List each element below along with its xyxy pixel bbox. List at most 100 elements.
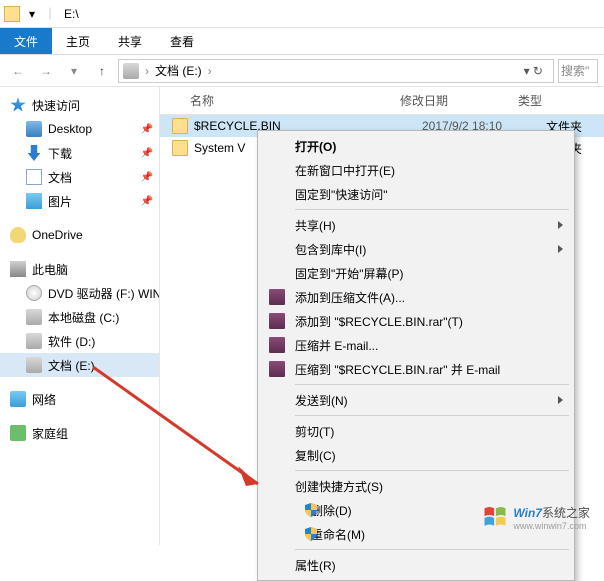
pin-icon: 📌	[141, 196, 153, 207]
menu-separator	[295, 415, 569, 416]
sidebar-label: 文档	[48, 169, 72, 186]
chevron-right-icon[interactable]: ›	[206, 64, 214, 78]
menu-zip-email-named[interactable]: 压缩到 "$RECYCLE.BIN.rar" 并 E-mail	[261, 357, 571, 381]
chevron-right-icon	[558, 221, 563, 229]
document-icon	[26, 169, 42, 185]
pin-icon: 📌	[141, 148, 153, 159]
sidebar-item-drive-d[interactable]: 软件 (D:)	[0, 329, 159, 353]
menu-open-new-window[interactable]: 在新窗口中打开(E)	[261, 158, 571, 182]
tab-share[interactable]: 共享	[104, 28, 156, 54]
shield-icon	[303, 502, 319, 518]
sidebar-item-dvd[interactable]: DVD 驱动器 (F:) WIN	[0, 281, 159, 305]
watermark-brand: Win7	[513, 506, 542, 520]
sidebar-item-downloads[interactable]: 下载📌	[0, 141, 159, 165]
menu-properties[interactable]: 属性(R)	[261, 553, 571, 577]
nav-back-button[interactable]: ←	[6, 59, 30, 83]
menu-create-shortcut[interactable]: 创建快捷方式(S)	[261, 474, 571, 498]
drive-icon	[26, 309, 42, 325]
col-name[interactable]: 名称	[190, 92, 400, 109]
watermark-url: www.winwin7.com	[513, 521, 590, 531]
sidebar-label: 快速访问	[32, 97, 80, 114]
breadcrumb[interactable]: › 文档 (E:) › ▾ ↻	[118, 59, 554, 83]
sidebar-label: Desktop	[48, 122, 92, 136]
window-title: E:\	[60, 7, 79, 21]
menu-pin-quick-access[interactable]: 固定到"快速访问"	[261, 182, 571, 206]
menu-label: 压缩到 "$RECYCLE.BIN.rar" 并 E-mail	[295, 361, 500, 378]
menu-label: 压缩并 E-mail...	[295, 337, 378, 354]
sidebar-label: 此电脑	[32, 261, 68, 278]
title-bar: ▾ ｜ E:\	[0, 0, 604, 28]
col-type[interactable]: 类型	[518, 92, 562, 109]
rar-icon	[269, 361, 285, 377]
qat-down-icon[interactable]: ▾	[24, 7, 40, 21]
sidebar-item-homegroup[interactable]: 家庭组	[0, 421, 159, 445]
download-icon	[26, 145, 42, 161]
chevron-right-icon	[558, 245, 563, 253]
sidebar-label: 软件 (D:)	[48, 333, 95, 350]
pictures-icon	[26, 193, 42, 209]
sidebar-item-documents[interactable]: 文档📌	[0, 165, 159, 189]
menu-copy[interactable]: 复制(C)	[261, 443, 571, 467]
menu-label: 固定到"快速访问"	[295, 186, 388, 203]
sidebar-label: 家庭组	[32, 425, 68, 442]
sidebar-item-pictures[interactable]: 图片 📌	[0, 189, 159, 213]
menu-label: 在新窗口中打开(E)	[295, 162, 395, 179]
menu-label: 复制(C)	[295, 447, 336, 464]
ribbon-tabs: 文件 主页 共享 查看	[0, 28, 604, 55]
sidebar-label: DVD 驱动器 (F:) WIN	[48, 285, 160, 302]
minimize-overlay: ｜	[44, 5, 56, 22]
shield-icon	[303, 526, 319, 542]
menu-separator	[295, 209, 569, 210]
sidebar-item-drive-e[interactable]: 文档 (E:)	[0, 353, 159, 377]
menu-cut[interactable]: 剪切(T)	[261, 419, 571, 443]
menu-add-archive-named[interactable]: 添加到 "$RECYCLE.BIN.rar"(T)	[261, 309, 571, 333]
menu-separator	[295, 470, 569, 471]
drive-icon	[26, 333, 42, 349]
menu-label: 重命名(M)	[311, 526, 365, 543]
nav-up-button[interactable]: ↑	[90, 59, 114, 83]
breadcrumb-item[interactable]: 文档 (E:)	[155, 62, 202, 79]
sidebar-item-network[interactable]: 网络	[0, 387, 159, 411]
drive-icon	[123, 63, 139, 79]
menu-label: 共享(H)	[295, 217, 336, 234]
menu-pin-start[interactable]: 固定到"开始"屏幕(P)	[261, 261, 571, 285]
dvd-icon	[26, 285, 42, 301]
rar-icon	[269, 313, 285, 329]
chevron-right-icon[interactable]: ›	[143, 64, 151, 78]
menu-label: 固定到"开始"屏幕(P)	[295, 265, 404, 282]
sidebar-item-drive-c[interactable]: 本地磁盘 (C:)	[0, 305, 159, 329]
watermark: Win7系统之家 www.winwin7.com	[481, 503, 590, 531]
menu-separator	[295, 384, 569, 385]
sidebar-item-quick-access[interactable]: 快速访问	[0, 93, 159, 117]
sidebar-item-onedrive[interactable]: OneDrive	[0, 223, 159, 247]
menu-label: 添加到压缩文件(A)...	[295, 289, 405, 306]
nav-forward-button: →	[34, 59, 58, 83]
onedrive-icon	[10, 227, 26, 243]
nav-history-button[interactable]: ▾	[62, 59, 86, 83]
sidebar-label: 图片	[48, 193, 72, 210]
chevron-right-icon	[558, 396, 563, 404]
folder-icon	[172, 118, 188, 134]
menu-separator	[295, 549, 569, 550]
sidebar-item-desktop[interactable]: Desktop📌	[0, 117, 159, 141]
sidebar-label: 文档 (E:)	[48, 357, 95, 374]
refresh-dropdown[interactable]: ▾ ↻	[518, 64, 549, 78]
tab-file[interactable]: 文件	[0, 28, 52, 54]
menu-label: 包含到库中(I)	[295, 241, 366, 258]
menu-zip-email[interactable]: 压缩并 E-mail...	[261, 333, 571, 357]
sidebar-label: 本地磁盘 (C:)	[48, 309, 119, 326]
menu-share[interactable]: 共享(H)	[261, 213, 571, 237]
menu-open[interactable]: 打开(O)	[261, 134, 571, 158]
menu-label: 创建快捷方式(S)	[295, 478, 383, 495]
tab-home[interactable]: 主页	[52, 28, 104, 54]
menu-add-archive[interactable]: 添加到压缩文件(A)...	[261, 285, 571, 309]
tab-view[interactable]: 查看	[156, 28, 208, 54]
menu-send-to[interactable]: 发送到(N)	[261, 388, 571, 412]
menu-include-library[interactable]: 包含到库中(I)	[261, 237, 571, 261]
col-date[interactable]: 修改日期	[400, 92, 518, 109]
star-icon	[10, 97, 26, 113]
rar-icon	[269, 289, 285, 305]
menu-label: 打开(O)	[295, 138, 336, 155]
search-input[interactable]: 搜索"	[558, 59, 598, 83]
sidebar-item-this-pc[interactable]: 此电脑	[0, 257, 159, 281]
